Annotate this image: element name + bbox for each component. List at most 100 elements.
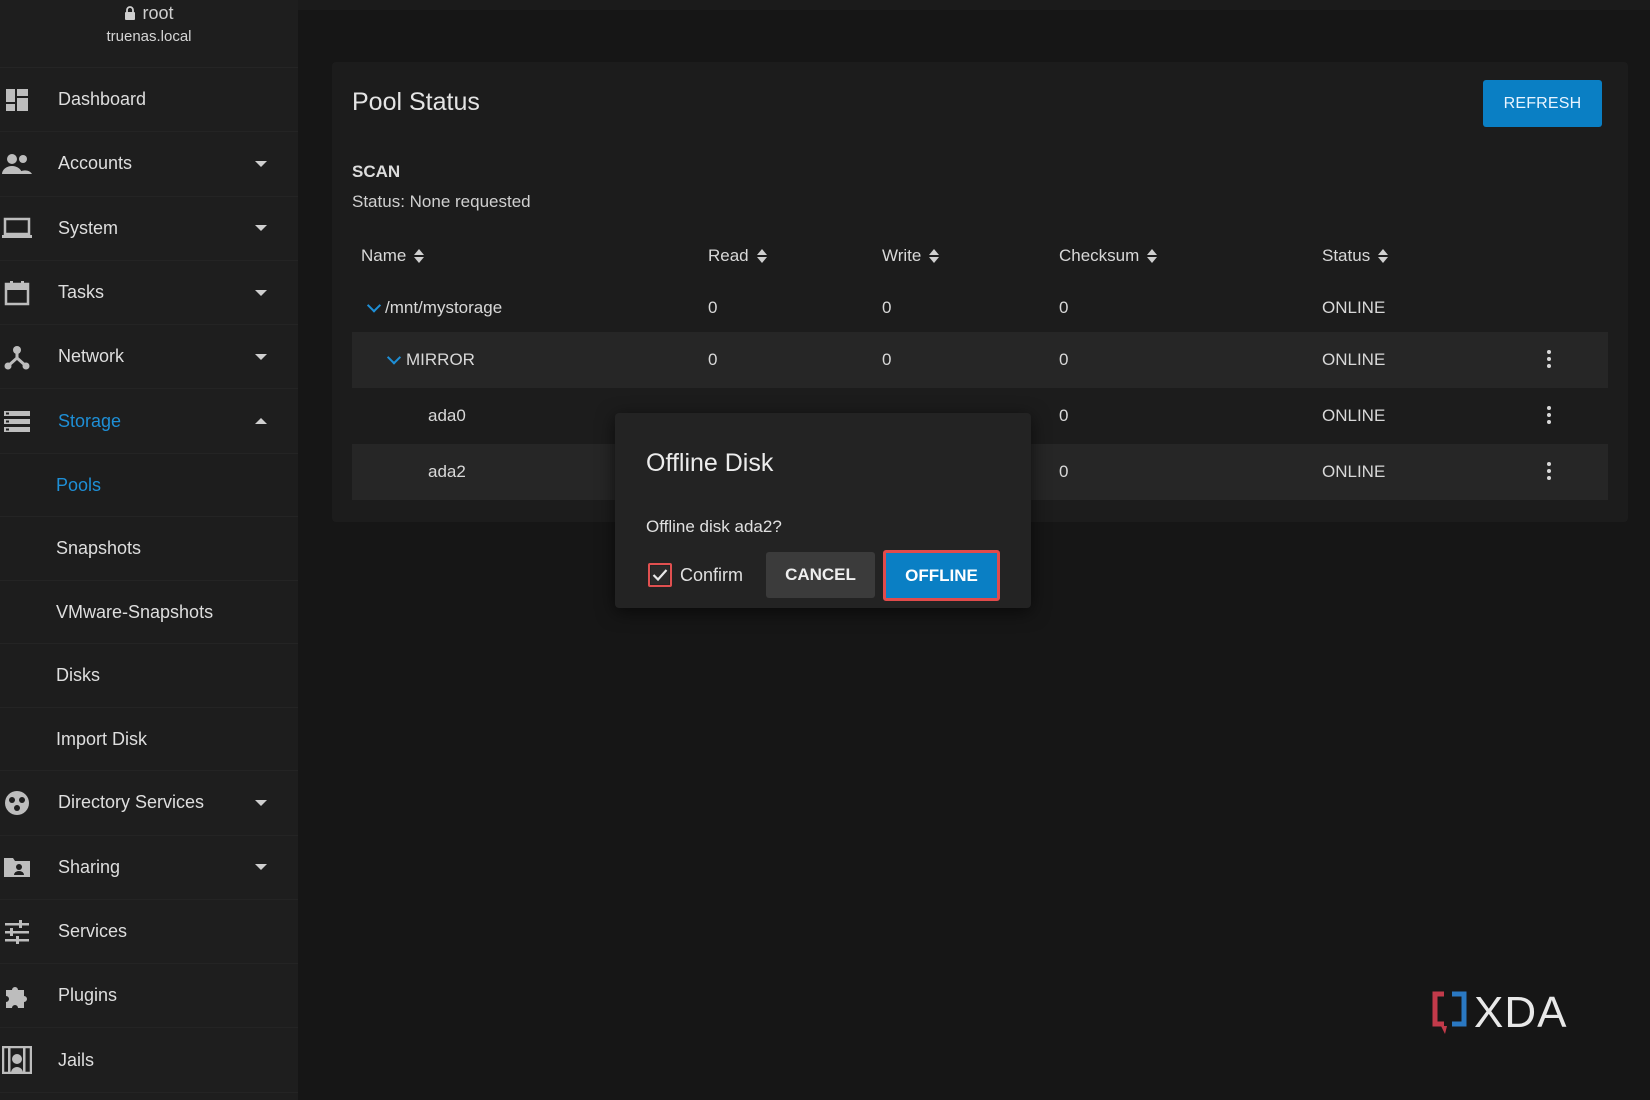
- sidebar-item-label: Tasks: [58, 282, 105, 303]
- sidebar: root truenas.local Dashboard Accounts Sy…: [0, 0, 298, 1100]
- table-row[interactable]: /mnt/mystorage 0 0 0 ONLINE: [352, 280, 1608, 336]
- row-checksum: 0: [1059, 350, 1069, 369]
- hostname: truenas.local: [106, 28, 192, 45]
- row-name: MIRROR: [406, 350, 475, 369]
- lock-icon: [125, 6, 136, 20]
- scan-title: SCAN: [352, 162, 401, 181]
- confirm-label: Confirm: [680, 564, 744, 585]
- more-options-icon[interactable]: [1539, 346, 1559, 372]
- sidebar-item-system[interactable]: System: [0, 197, 298, 261]
- sidebar-subitem-label: VMware-Snapshots: [56, 601, 214, 622]
- checkmark-icon: [652, 569, 668, 582]
- confirm-checkbox[interactable]: Confirm: [648, 563, 743, 587]
- chevron-down-icon: [255, 160, 267, 167]
- chevron-down-icon: [255, 225, 267, 232]
- sidebar-item-label: Network: [58, 346, 125, 367]
- sidebar-subitem-label: Snapshots: [56, 538, 142, 559]
- sidebar-item-label: Accounts: [58, 153, 133, 174]
- sidebar-subitem-label: Pools: [56, 474, 102, 495]
- sidebar-item-plugins[interactable]: Plugins: [0, 964, 298, 1029]
- chevron-down-icon: [255, 353, 267, 360]
- sidebar-item-label: System: [58, 217, 119, 238]
- row-write: 0: [882, 350, 892, 369]
- offline-button[interactable]: OFFLINE: [883, 550, 1000, 601]
- column-header-read[interactable]: Read: [708, 246, 767, 266]
- row-read: 0: [708, 298, 718, 317]
- sidebar-subitem-vmware-snapshots[interactable]: VMware-Snapshots: [0, 580, 298, 645]
- sidebar-item-label: Directory Services: [58, 792, 205, 813]
- chevron-down-icon[interactable]: [386, 350, 402, 365]
- cancel-button[interactable]: CANCEL: [766, 552, 875, 598]
- network-icon: [2, 342, 32, 372]
- column-header-name[interactable]: Name: [361, 246, 425, 266]
- row-name: ada0: [428, 406, 466, 425]
- sort-icon: [1147, 249, 1158, 263]
- column-header-checksum[interactable]: Checksum: [1059, 246, 1158, 266]
- user-block: root truenas.local: [0, 0, 298, 68]
- top-bar: [298, 0, 1650, 10]
- sidebar-item-tasks[interactable]: Tasks: [0, 261, 298, 326]
- column-header-write[interactable]: Write: [882, 246, 940, 266]
- watermark-text: XDA: [1474, 988, 1568, 1037]
- sidebar-item-network[interactable]: Network: [0, 325, 298, 390]
- sidebar-item-services[interactable]: Services: [0, 900, 298, 965]
- more-options-icon[interactable]: [1539, 402, 1559, 428]
- sidebar-item-jails[interactable]: Jails: [0, 1028, 298, 1093]
- chevron-down-icon[interactable]: [366, 298, 382, 313]
- sort-icon: [929, 249, 940, 263]
- page-title: Pool Status: [352, 88, 480, 116]
- sidebar-subitem-label: Disks: [56, 665, 100, 686]
- row-status: ONLINE: [1322, 406, 1386, 425]
- people-icon: [2, 149, 32, 179]
- row-name: /mnt/mystorage: [385, 298, 503, 317]
- laptop-icon: [2, 213, 32, 243]
- sidebar-subitem-disks[interactable]: Disks: [0, 644, 298, 708]
- sort-icon: [756, 249, 767, 263]
- sidebar-subitem-pools[interactable]: Pools: [0, 453, 298, 518]
- more-options-icon[interactable]: [1539, 458, 1559, 484]
- sidebar-item-label: Sharing: [58, 856, 121, 877]
- sort-icon: [1378, 249, 1389, 263]
- row-status: ONLINE: [1322, 350, 1386, 369]
- checkbox-box[interactable]: [648, 563, 672, 587]
- xda-watermark: XDA: [1432, 988, 1567, 1038]
- scan-status: Status: None requested: [352, 192, 531, 211]
- row-status: ONLINE: [1322, 462, 1386, 481]
- chevron-down-icon: [255, 864, 267, 871]
- chevron-down-icon: [255, 799, 267, 806]
- sidebar-item-accounts[interactable]: Accounts: [0, 132, 298, 197]
- dashboard-icon: [2, 85, 32, 115]
- sort-icon: [414, 249, 425, 263]
- sidebar-item-label: Jails: [58, 1049, 95, 1070]
- puzzle-icon: [2, 981, 32, 1011]
- dialog-message: Offline disk ada2?: [646, 517, 782, 536]
- folder-share-icon: [2, 852, 32, 882]
- sidebar-item-label: Plugins: [58, 985, 118, 1006]
- username: root: [142, 2, 174, 23]
- xda-logo-icon: [1432, 991, 1467, 1034]
- offline-disk-dialog: Offline Disk Offline disk ada2? Confirm …: [615, 413, 1031, 608]
- dialog-title: Offline Disk: [646, 449, 774, 477]
- refresh-button[interactable]: REFRESH: [1483, 80, 1602, 127]
- row-checksum: 0: [1059, 462, 1069, 481]
- calendar-icon: [2, 278, 32, 308]
- jail-icon: [2, 1045, 32, 1075]
- column-header-status[interactable]: Status: [1322, 246, 1389, 266]
- row-checksum: 0: [1059, 406, 1069, 425]
- sliders-icon: [2, 917, 32, 947]
- row-status: ONLINE: [1322, 298, 1386, 317]
- chevron-down-icon: [255, 289, 267, 296]
- sidebar-subitem-snapshots[interactable]: Snapshots: [0, 517, 298, 581]
- sidebar-item-label: Storage: [58, 410, 122, 431]
- sidebar-subitem-label: Import Disk: [56, 728, 148, 749]
- sidebar-item-dashboard[interactable]: Dashboard: [0, 68, 298, 133]
- table-row[interactable]: MIRROR 0 0 0 ONLINE: [352, 332, 1608, 388]
- sidebar-item-label: Services: [58, 921, 128, 942]
- sidebar-item-storage[interactable]: Storage: [0, 389, 298, 454]
- row-write: 0: [882, 298, 892, 317]
- sidebar-item-directory-services[interactable]: Directory Services: [0, 771, 298, 836]
- sidebar-item-sharing[interactable]: Sharing: [0, 836, 298, 900]
- sidebar-subitem-import-disk[interactable]: Import Disk: [0, 707, 298, 772]
- chevron-up-icon: [255, 418, 267, 425]
- row-checksum: 0: [1059, 298, 1069, 317]
